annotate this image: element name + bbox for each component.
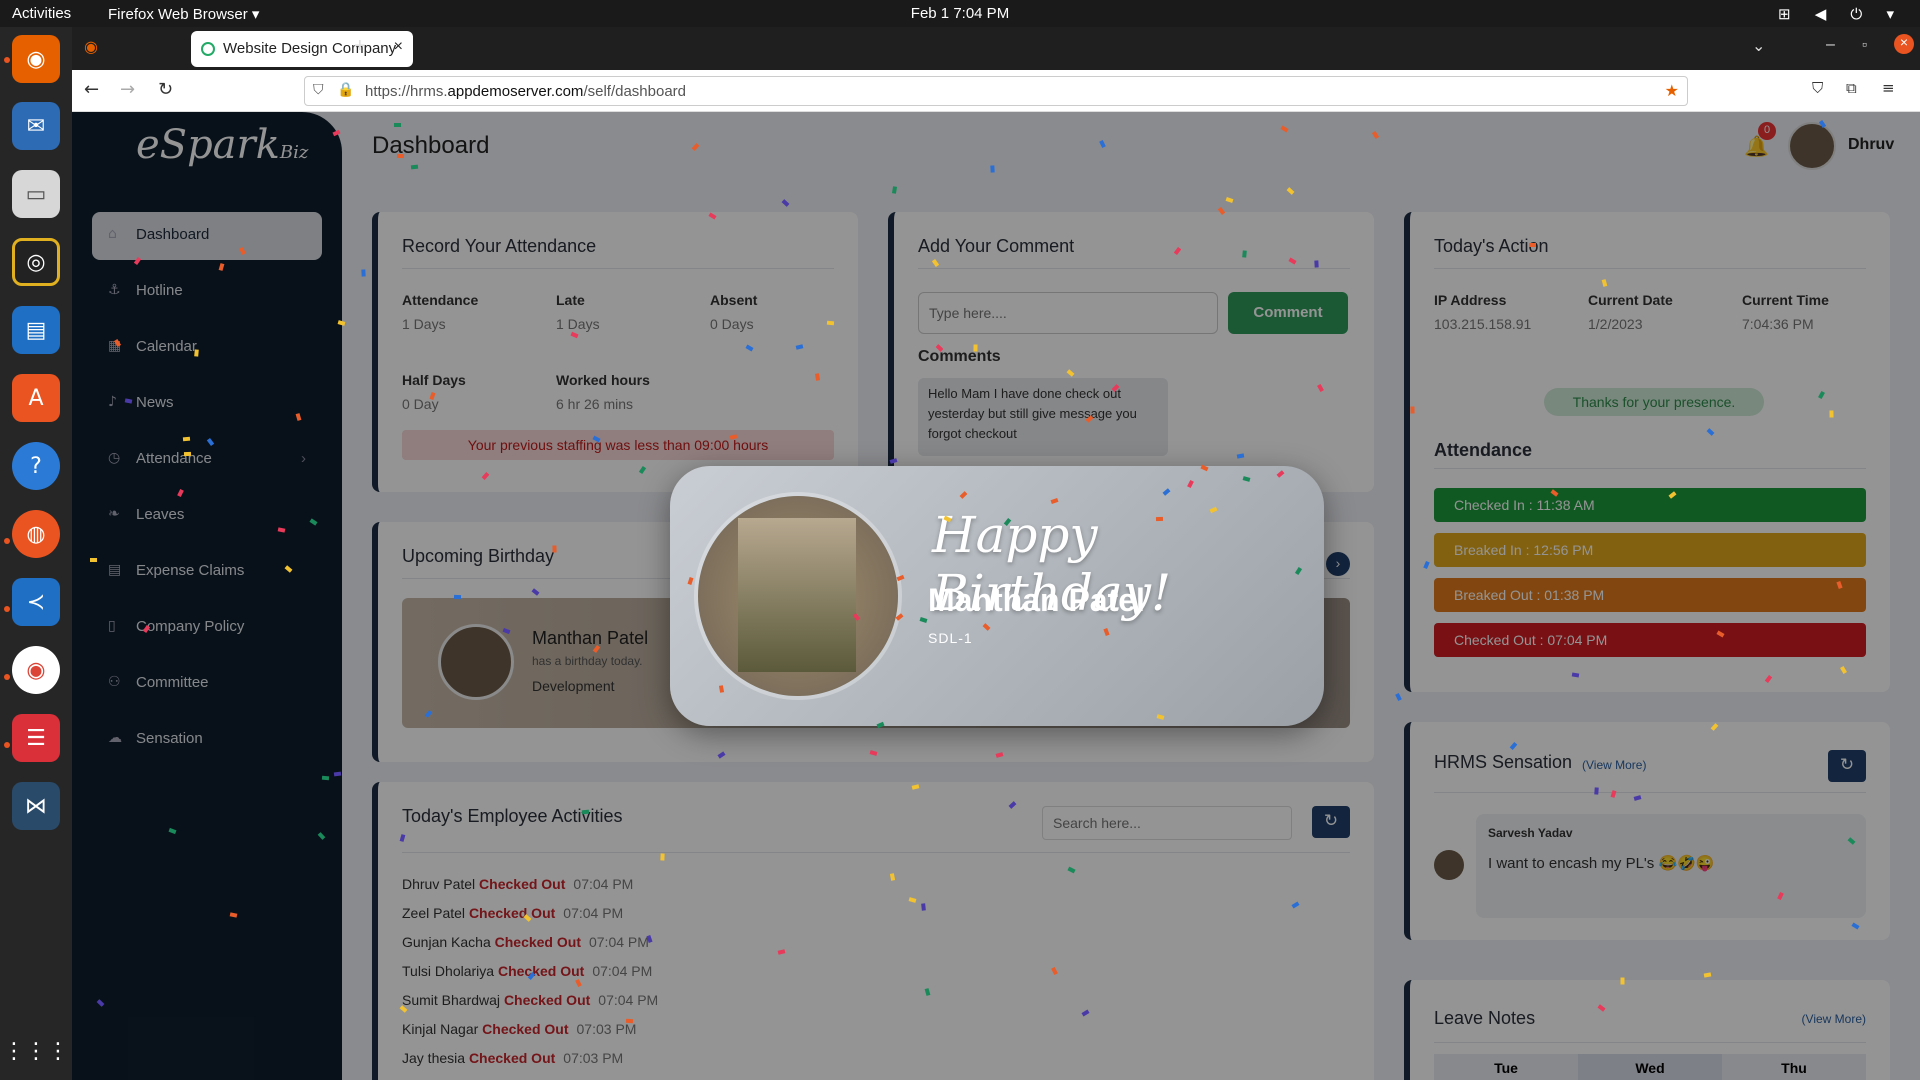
dock: ◉ ✉ ▭ ◎ ▤ A ? ◍ ≺ ◉ ☰ ⋈ ⋮⋮⋮	[0, 27, 72, 1080]
ubuntu-icon[interactable]: ◍	[12, 510, 60, 558]
software-icon[interactable]: A	[12, 374, 60, 422]
extensions-icon[interactable]: ⧉	[1846, 79, 1857, 97]
firefox-icon[interactable]: ◉	[12, 35, 60, 83]
tab-title: Website Design Company	[223, 40, 397, 57]
shield-icon[interactable]: ⛉	[313, 82, 324, 98]
vscode-icon[interactable]: ≺	[12, 578, 60, 626]
browser-tab[interactable]: Website Design Company ×	[191, 31, 413, 67]
reload-icon[interactable]: ↻	[158, 79, 173, 100]
url-prefix: https://hrms.	[365, 83, 448, 100]
favicon-icon	[201, 42, 215, 56]
list-tabs-icon[interactable]: ⌄	[1752, 36, 1765, 56]
browser-nav-bar: ← → ↻ ⛉ 🔒 https://hrms.appdemoserver.com…	[72, 70, 1920, 112]
forward-icon[interactable]: →	[120, 79, 135, 100]
chrome-icon[interactable]: ◉	[12, 646, 60, 694]
rhythmbox-icon[interactable]: ◎	[12, 238, 60, 286]
minimize-icon[interactable]: –	[1826, 36, 1835, 54]
popup-photo-figure	[738, 518, 856, 672]
files-icon[interactable]: ▭	[12, 170, 60, 218]
menu-icon[interactable]: ≡	[1882, 79, 1895, 97]
url-domain: appdemoserver.com	[447, 83, 584, 100]
system-tray-icons[interactable]: ⊞ ◀ ⏻ ▾	[1778, 5, 1904, 23]
close-tab-icon[interactable]: ×	[394, 38, 403, 56]
url-path: /self/dashboard	[583, 83, 687, 100]
mysql-workbench-icon[interactable]: ⋈	[12, 782, 60, 830]
back-icon[interactable]: ←	[84, 79, 99, 100]
popup-photo	[698, 496, 898, 696]
app-grid-icon[interactable]: ⋮⋮⋮	[3, 1027, 69, 1075]
popup-code: SDL-1	[928, 630, 973, 646]
system-top-bar: Activities Firefox Web Browser ▾ Feb 1 7…	[0, 0, 1920, 27]
writer-icon[interactable]: ▤	[12, 306, 60, 354]
url-bar[interactable]: ⛉ 🔒 https://hrms.appdemoserver.com/self/…	[304, 76, 1688, 106]
maximize-icon[interactable]: ▫	[1862, 36, 1867, 52]
bookmark-star-icon[interactable]: ★	[1665, 81, 1679, 100]
lock-icon[interactable]: 🔒	[337, 82, 354, 98]
help-icon[interactable]: ?	[12, 442, 60, 490]
thunderbird-icon[interactable]: ✉	[12, 102, 60, 150]
chat-app-icon[interactable]: ☰	[12, 714, 60, 762]
close-window-icon[interactable]: ×	[1894, 34, 1914, 54]
birthday-popup[interactable]: Happy Birthday! Manthan Patel SDL-1	[670, 466, 1324, 726]
browser-tab-bar: ◉ Website Design Company × + ⌄ – ▫ ×	[72, 27, 1920, 70]
new-tab-button[interactable]: +	[354, 35, 366, 58]
firefox-view-icon[interactable]: ◉	[84, 37, 98, 56]
pocket-icon[interactable]: ⛉	[1812, 79, 1823, 97]
clock[interactable]: Feb 1 7:04 PM	[0, 5, 1920, 22]
popup-name: Manthan Patel	[928, 582, 1145, 618]
